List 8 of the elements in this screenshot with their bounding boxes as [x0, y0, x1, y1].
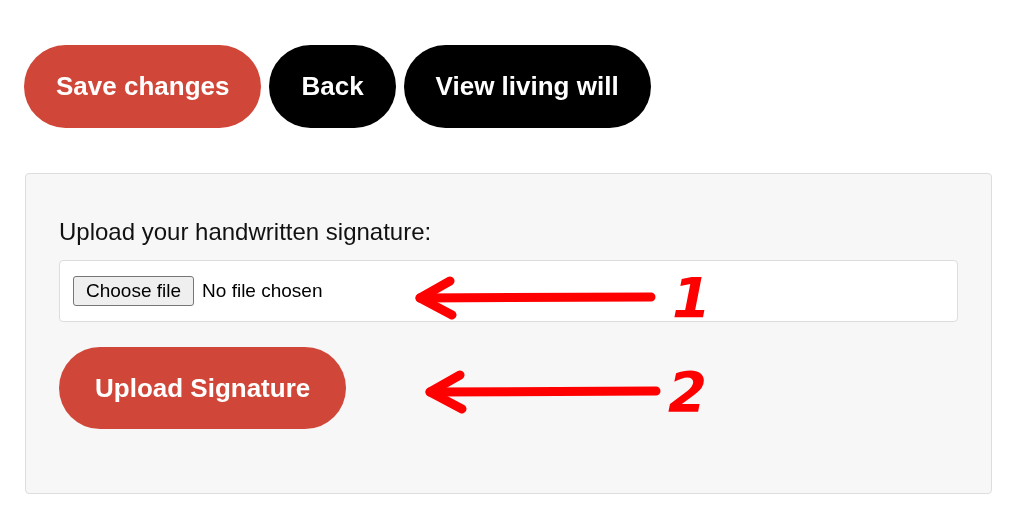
file-status: No file chosen — [202, 280, 323, 302]
upload-button[interactable]: Upload Signature — [59, 347, 347, 429]
action-button[interactable]: View living will — [403, 45, 651, 128]
save-button[interactable]: Save changes — [24, 45, 262, 128]
action-button[interactable]: Back — [269, 45, 396, 128]
field-label: Upload your handwritten signature: — [59, 218, 433, 246]
annotation-number: 2 — [668, 364, 707, 420]
choose-file-button[interactable]: Choose file — [73, 276, 195, 306]
